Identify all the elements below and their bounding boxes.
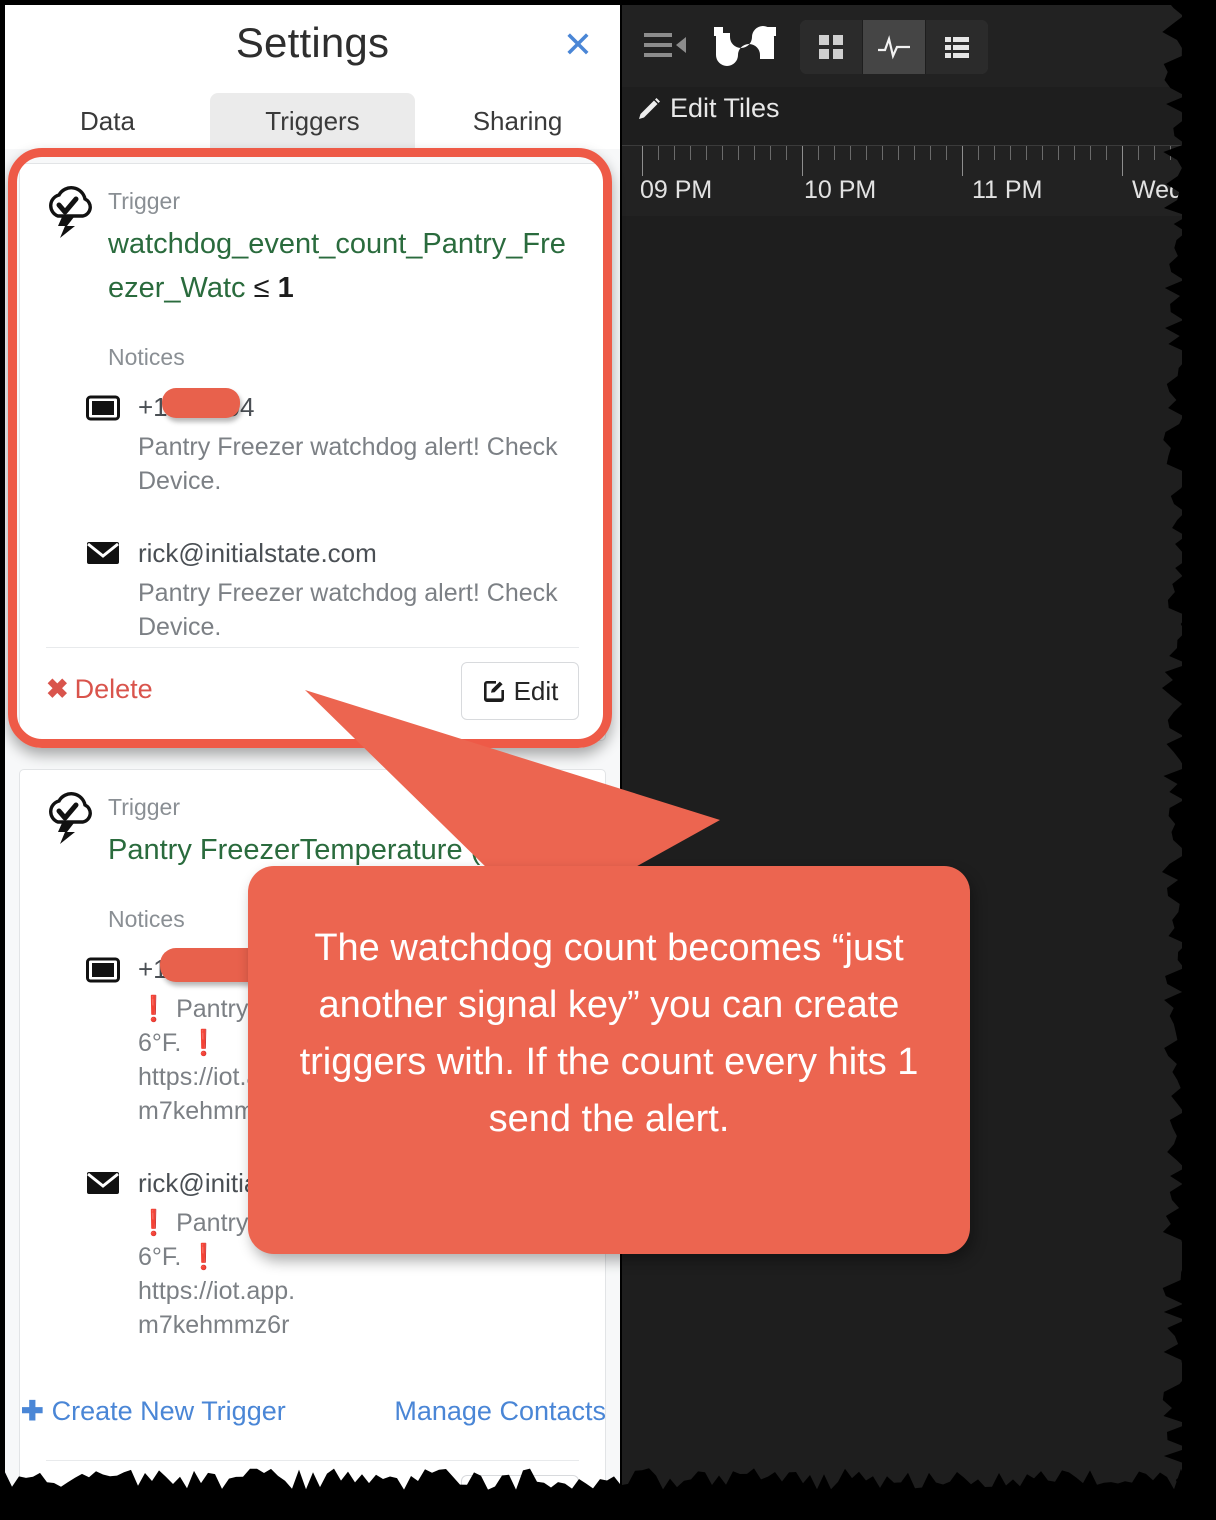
delete-label: Delete [75, 1487, 153, 1500]
trigger-operator: > [518, 834, 536, 866]
pencil-square-icon [483, 1494, 503, 1500]
create-trigger-label: Create New Trigger [51, 1396, 286, 1426]
timeline-ruler[interactable]: 09 PM 10 PM 11 PM Wed [622, 145, 1182, 216]
trigger-card-footer: ✖Delete Edit [46, 647, 579, 740]
trigger-card-footer: ✖ Delete Edit [46, 1460, 579, 1500]
plus-icon: ✚ [21, 1396, 44, 1426]
timeline-label-2: 11 PM [972, 176, 1043, 204]
redaction-mark [162, 388, 240, 418]
hamburger-collapse-icon[interactable] [644, 31, 688, 59]
trigger-cloud-icon [42, 792, 98, 844]
triggers-list: Trigger watchdog_event_count_Pantry_Free… [5, 149, 620, 1500]
create-new-trigger-button[interactable]: ✚ Create New Trigger [21, 1396, 286, 1427]
timeline-label-3: Wed [1132, 176, 1182, 204]
delete-button[interactable]: ✖ Delete [46, 1487, 153, 1500]
notice-target: rick@initialstate.com [138, 538, 377, 568]
settings-tabs[interactable]: Data Triggers Sharing [5, 93, 620, 149]
email-icon [86, 540, 120, 568]
alert-bang-icon: ❗ [188, 1243, 220, 1271]
tab-data[interactable]: Data [5, 93, 210, 149]
notice-message: Pantry Freezer watchdog alert! Check Dev… [138, 433, 558, 495]
notice-message: Pantry Freezer watchdog alert! Check Dev… [138, 579, 558, 641]
alert-bang-icon: ❗ [188, 1029, 220, 1057]
settings-panel: Settings ✕ Data Triggers Sharing Trigger… [5, 5, 620, 1500]
edit-label: Edit [514, 1489, 559, 1501]
alert-bang-icon: ❗ [138, 995, 170, 1023]
edit-label: Edit [513, 675, 559, 706]
close-icon: ✖ [46, 1487, 69, 1500]
callout-bubble: The watchdog count becomes “just another… [248, 866, 970, 1254]
trigger-threshold: -12 [543, 834, 586, 866]
waveform-view-icon[interactable] [862, 20, 925, 74]
initialstate-wave-logo [708, 19, 782, 73]
screenshot-root: Temperature Temperature Trend Wed 02 Hum… [0, 0, 1216, 1520]
edit-tiles-label: Edit Tiles [670, 93, 780, 123]
notice-target: +1863904 [138, 388, 579, 424]
trigger-operator: ≤ [253, 272, 270, 304]
trigger-label: Trigger [108, 188, 180, 214]
settings-header: Settings ✕ [5, 5, 620, 93]
edit-button[interactable]: Edit [461, 1475, 579, 1500]
notice-message-line2: 6°F. [138, 1029, 182, 1057]
timeline-label-1: 10 PM [804, 176, 877, 204]
notice-row: +1863904 Pantry Freezer watchdog alert! … [86, 388, 579, 498]
tab-sharing[interactable]: Sharing [415, 93, 620, 149]
trigger-card-body: Trigger watchdog_event_count_Pantry_Free… [20, 164, 605, 644]
delete-button[interactable]: ✖Delete [46, 674, 153, 705]
dashboard-panel: Temperature Temperature Trend Wed 02 Hum… [622, 5, 1182, 1495]
view-mode-button-group[interactable] [800, 20, 988, 74]
page-title: Settings [235, 19, 390, 66]
close-icon[interactable]: ✕ [558, 27, 598, 67]
grid-view-icon[interactable] [800, 20, 862, 74]
trigger-cloud-icon [42, 186, 98, 238]
trigger-card[interactable]: Trigger watchdog_event_count_Pantry_Free… [19, 163, 606, 741]
callout-text: The watchdog count becomes “just another… [299, 927, 919, 1140]
trigger-signal-key: Pantry FreezerTemperature (C) [108, 834, 511, 866]
edit-tiles-button[interactable]: Edit Tiles [636, 93, 780, 124]
manage-contacts-link[interactable]: Manage Contacts [394, 1396, 606, 1427]
trigger-label: Trigger [108, 794, 180, 820]
sms-icon [86, 394, 120, 422]
list-view-icon[interactable] [925, 20, 988, 74]
timeline-label-0: 09 PM [640, 176, 713, 204]
notices-label: Notices [108, 344, 185, 370]
notice-message-line4: m7kehmmz6r [138, 1311, 290, 1339]
tab-triggers[interactable]: Triggers [210, 93, 415, 149]
notice-message-line2: 6°F. [138, 1243, 182, 1271]
sms-icon [86, 956, 120, 984]
email-icon [86, 1170, 120, 1198]
settings-footer: ✚ Create New Trigger Manage Contacts [5, 1396, 620, 1456]
alert-bang-icon: ❗ [138, 1209, 170, 1237]
delete-label: Delete [74, 674, 153, 704]
edit-button[interactable]: Edit [461, 662, 579, 720]
notice-message-line3: https://iot.app. [138, 1277, 296, 1305]
trigger-expression: watchdog_event_count_Pantry_Freezer_Watc… [108, 222, 579, 310]
dashboard-toolbar [622, 5, 1182, 87]
pencil-square-icon [483, 681, 504, 702]
trigger-signal-key: watchdog_event_count_Pantry_Freezer_Watc [108, 228, 566, 304]
close-icon: ✖ [46, 674, 69, 704]
trigger-threshold: 1 [277, 272, 294, 304]
notice-row: rick@initialstate.com Pantry Freezer wat… [86, 536, 579, 644]
pencil-icon [639, 97, 660, 119]
